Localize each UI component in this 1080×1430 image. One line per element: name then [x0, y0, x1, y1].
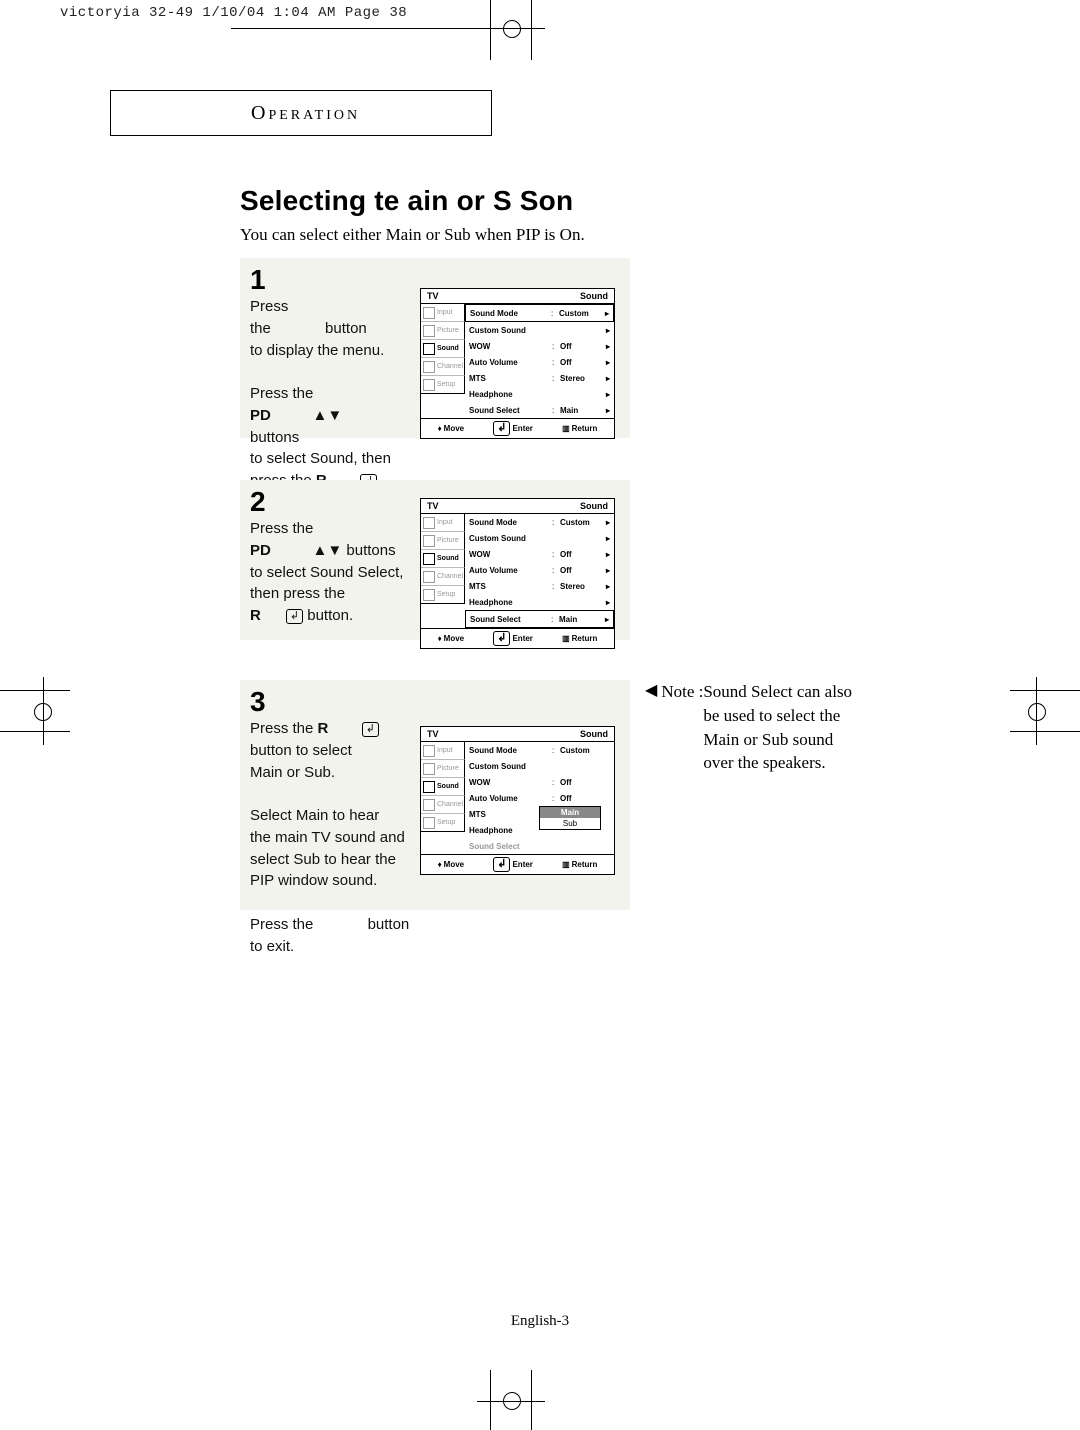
page-number: English-3 [0, 1313, 1080, 1330]
left-arrow-icon: ◀ [645, 680, 657, 775]
osd-sidebar: Input Picture Sound Channel Setup [420, 742, 465, 855]
osd-sidebar: Input Picture Sound Channel Setup [420, 514, 465, 629]
setup-icon [423, 379, 435, 391]
osd-row-custom-sound: Custom Sound [465, 758, 614, 774]
osd-row-headphone: Headphone▸ [465, 386, 614, 402]
input-icon [423, 307, 435, 319]
osd-row-headphone: Headphone▸ [465, 594, 614, 610]
popup-opt-sub: Sub [540, 818, 600, 829]
osd-footer: ♦Move ↲Enter ▥Return [420, 629, 615, 649]
crop-mark-right [1010, 690, 1080, 732]
osd-row-wow: WOW:Off [465, 774, 614, 790]
sound-select-popup: Main Sub [539, 806, 601, 830]
osd-step2: TVSound Input Picture Sound Channel Setu… [420, 498, 615, 649]
osd-row-custom-sound: Custom Sound▸ [465, 530, 614, 546]
channel-icon [423, 361, 435, 373]
osd-step3: TVSound Input Picture Sound Channel Setu… [420, 726, 615, 875]
osd-tab-setup: Setup [421, 586, 465, 604]
osd-row-sound-mode: Sound Mode:Custom [465, 742, 614, 758]
osd-row-wow: WOW:Off▸ [465, 546, 614, 562]
crop-mark-left [0, 690, 70, 732]
osd-tab-setup: Setup [421, 814, 465, 832]
osd-tab-input: Input [421, 742, 465, 760]
osd-row-sound-mode: Sound Mode:Custom▸ [465, 514, 614, 530]
osd-row-mts: MTS:Stereo▸ [465, 370, 614, 386]
crop-mark-bottom [490, 1370, 532, 1430]
osd-tab-channel: Channel [421, 796, 465, 814]
osd-row-auto-volume: Auto Volume:Off [465, 790, 614, 806]
enter-icon: ↲ [493, 421, 510, 436]
osd-row-wow: WOW:Off▸ [465, 338, 614, 354]
osd-tab-sound: Sound [421, 340, 465, 358]
picture-icon [423, 325, 435, 337]
enter-icon: ↲ [286, 609, 303, 624]
osd-footer: ♦Move ↲Enter ▥Return [420, 855, 615, 875]
osd-tab-picture: Picture [421, 322, 465, 340]
osd-tab-channel: Channel [421, 358, 465, 376]
osd-row-sound-mode: Sound Mode:Custom▸ [465, 304, 614, 322]
section-title-box: Operation [110, 90, 492, 136]
side-note: ◀ Note :Sound Select can also Note :be u… [645, 680, 925, 775]
osd-footer: ♦Move ↲Enter ▥Return [420, 419, 615, 439]
step-2-text: Press the PD ▲▼ buttons to select Sound … [250, 518, 410, 627]
osd-hdr-left: TV [427, 291, 439, 301]
return-icon: ▥ [562, 424, 570, 433]
step-3-number: 3 [250, 686, 620, 718]
osd-row-mts: MTS:Stereo▸ [465, 578, 614, 594]
osd-row-auto-volume: Auto Volume:Off▸ [465, 354, 614, 370]
up-down-arrows-icon: ▲▼ [313, 542, 343, 559]
osd-row-sound-select: Sound Select [465, 838, 614, 854]
step-3-text: Press the R ↲ button to select Main or S… [250, 718, 410, 957]
osd-step1: TV Sound Input Picture Sound Channel Setu… [420, 288, 615, 439]
sound-icon [423, 343, 435, 355]
osd-tab-input: Input [421, 514, 465, 532]
popup-opt-main: Main [540, 807, 600, 818]
osd-tab-sound: Sound [421, 550, 465, 568]
osd-tab-setup: Setup [421, 376, 465, 394]
osd-tab-input: Input [421, 304, 465, 322]
page-title: Selecting te ain or S Son [240, 185, 573, 217]
crop-mark-top [490, 0, 532, 60]
print-header: victoryia 32-49 1/10/04 1:04 AM Page 38 [60, 5, 407, 21]
section-title: Operation [251, 102, 360, 125]
osd-tab-picture: Picture [421, 760, 465, 778]
enter-icon: ↲ [362, 722, 379, 737]
osd-row-sound-select: Sound Select:Main▸ [465, 402, 614, 418]
up-down-arrows-icon: ▲▼ [313, 407, 343, 424]
move-icon: ♦ [438, 424, 442, 433]
osd-row-sound-select: Sound Select:Main▸ [465, 610, 614, 628]
osd-hdr-right: Sound [580, 291, 608, 301]
osd-tab-channel: Channel [421, 568, 465, 586]
osd-row-auto-volume: Auto Volume:Off▸ [465, 562, 614, 578]
page-subtitle: You can select either Main or Sub when P… [240, 225, 585, 245]
osd-tab-picture: Picture [421, 532, 465, 550]
osd-sidebar: Input Picture Sound Channel Setup [420, 304, 465, 419]
osd-row-custom-sound: Custom Sound▸ [465, 322, 614, 338]
osd-tab-sound: Sound [421, 778, 465, 796]
